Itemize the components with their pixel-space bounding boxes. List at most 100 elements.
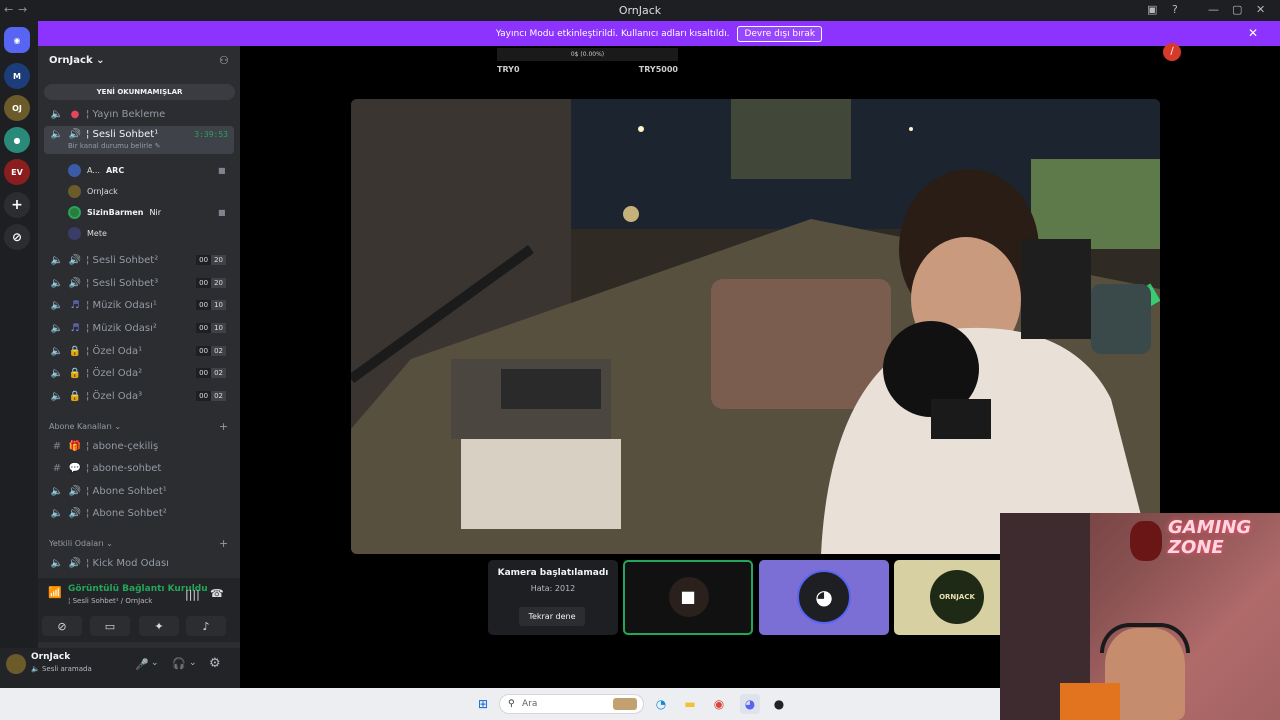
voice-user[interactable]: OrnJack [68, 182, 118, 200]
speaker-icon: 🔈 [50, 345, 64, 357]
speaker-icon: 🔈 [50, 390, 64, 402]
guild-name[interactable]: OrnJack ⌄ [49, 55, 104, 66]
add-channel-icon[interactable]: + [219, 420, 228, 433]
music-icon: ♬ [70, 322, 80, 334]
voice-channel-path[interactable]: ¦ Sesli Sohbet¹ / OrnJack [68, 597, 152, 605]
disable-streamer-mode-button[interactable]: Devre dışı bırak [737, 25, 823, 42]
avatar [68, 184, 81, 198]
category-abone-kanallari[interactable]: Abone Kanalları ⌄ + [49, 420, 228, 433]
voice-user[interactable]: Mete [68, 224, 107, 242]
windows-start-icon[interactable]: ⊞ [473, 694, 493, 714]
channel-status-prompt[interactable]: Bir kanal durumu belirle ✎ [68, 142, 161, 150]
mic-icon[interactable]: 🎤 [135, 658, 149, 671]
speaker-icon: 🔈 [50, 367, 64, 379]
new-unread-button[interactable]: YENİ OKUNMAMIŞLAR [44, 84, 235, 100]
server-icon-1[interactable]: M [4, 63, 30, 89]
voice-user[interactable]: A... ARC ■ [68, 161, 226, 179]
channel-ozel-oda-3[interactable]: 🔈 🔒 ¦ Özel Oda³ 00 02 [44, 386, 234, 406]
invite-icon[interactable]: ⚇ [219, 54, 229, 67]
channel-abone-sohbet-1[interactable]: 🔈 🔊 ¦ Abone Sohbet¹ [44, 481, 234, 501]
screen-share-button[interactable]: ▭ [90, 616, 130, 636]
gift-icon: 🎁 [68, 440, 82, 452]
camera-icon: ■ [218, 165, 226, 175]
avatar[interactable] [6, 654, 26, 674]
camera-off-button[interactable]: ⊘ [42, 616, 82, 636]
discord-taskbar-icon[interactable]: ◕ [740, 694, 760, 714]
channel-ozel-oda-1[interactable]: 🔈 🔒 ¦ Özel Oda¹ 00 02 [44, 341, 234, 361]
channel-abone-sohbet-2[interactable]: 🔈 🔊 ¦ Abone Sohbet² [44, 503, 234, 523]
explore-icon[interactable]: ⊘ [4, 224, 30, 250]
disconnect-icon[interactable]: ☎ [210, 587, 224, 600]
app-taskbar-icon[interactable]: ● [769, 694, 789, 714]
gaming-zone-sign: GAMING ZONE [1168, 517, 1252, 558]
speaker-icon: 🔈 [50, 299, 64, 311]
camera-icon: ■ [218, 207, 226, 217]
banner-message: Yayıncı Modu etkinleştirildi. Kullanıcı … [495, 28, 730, 39]
goal-max: TRY5000 [638, 65, 678, 74]
inbox-icon[interactable]: ▣ [1147, 3, 1157, 16]
windows-taskbar: ⊞ ⚲ Ara ◔ ▬ ◉ ◕ ● [0, 688, 1000, 720]
channel-kick-mod-odasi[interactable]: 🔈 🔊 ¦ Kick Mod Odası [44, 553, 234, 573]
video-camera-icon: ■ [680, 587, 696, 606]
search-highlight-icon [613, 698, 637, 710]
secondary-webcam-overlay: GAMING ZONE [1000, 513, 1280, 720]
channel-timer: 3:39:53 [194, 130, 228, 139]
participant-tile-discord[interactable]: ◕ [759, 560, 889, 635]
edge-icon[interactable]: ◔ [651, 694, 671, 714]
speaker-icon: 🔈 [50, 485, 64, 497]
lock-icon: 🔒 [68, 345, 82, 357]
channel-sesli-sohbet-1[interactable]: 🔈 🔊 ¦ Sesli Sohbet¹ 3:39:53 Bir kanal du… [44, 126, 234, 154]
chevron-down-icon[interactable]: ⌄ [189, 658, 197, 668]
category-yetkili-odalari[interactable]: Yetkili Odaları ⌄ + [49, 537, 228, 550]
video-scene [351, 99, 1160, 554]
channel-ozel-oda-2[interactable]: 🔈 🔒 ¦ Özel Oda² 00 02 [44, 363, 234, 383]
channel-yayin-bekleme[interactable]: 🔈 ● ¦ Yayın Bekleme [44, 104, 234, 124]
speaker-icon: 🔈 [50, 277, 64, 289]
main-video-feed[interactable] [351, 99, 1160, 554]
discord-home-icon[interactable]: ◉ [4, 27, 30, 53]
chrome-icon[interactable]: ◉ [709, 694, 729, 714]
speaker-icon: 🔊 [68, 254, 82, 266]
file-explorer-icon[interactable]: ▬ [680, 694, 700, 714]
avatar [68, 163, 81, 177]
channel-abone-sohbet[interactable]: # 💬 ¦ abone-sohbet [44, 458, 234, 478]
headphones-icon[interactable]: 🎧 [172, 657, 186, 670]
help-icon[interactable]: ? [1172, 3, 1178, 16]
channel-muzik-odasi-1[interactable]: 🔈 ♬ ¦ Müzik Odası¹ 00 10 [44, 295, 234, 315]
server-icon-ornjack[interactable]: OJ [4, 95, 30, 121]
voice-user[interactable]: SizinBarmen Nir ■ [68, 203, 226, 221]
user-count: 00 10 [196, 300, 226, 310]
add-server-icon[interactable]: + [4, 192, 30, 218]
retry-button[interactable]: Tekrar dene [519, 607, 585, 626]
soundboard-button[interactable]: ♪ [186, 616, 226, 636]
donation-goal-overlay: 0$ (0.00%) TRY0 TRY5000 [497, 48, 678, 78]
noise-suppression-icon[interactable]: |||| [185, 588, 200, 601]
add-channel-icon[interactable]: + [219, 537, 228, 550]
search-icon: ⚲ [508, 699, 515, 709]
server-rail: ◉ M OJ ● EV + ⊘ [0, 21, 38, 688]
minimize-icon[interactable]: — [1208, 3, 1219, 16]
user-count: 00 02 [196, 346, 226, 356]
signal-icon[interactable]: 📶 [48, 586, 62, 599]
channel-muzik-odasi-2[interactable]: 🔈 ♬ ¦ Müzik Odası² 00 10 [44, 318, 234, 338]
close-window-icon[interactable]: ✕ [1256, 3, 1265, 16]
server-icon-4[interactable]: EV [4, 159, 30, 185]
settings-gear-icon[interactable]: ⚙ [209, 656, 221, 671]
discord-avatar-icon: ◕ [797, 570, 851, 624]
red-dot-icon: ● [70, 108, 80, 120]
channel-abone-cekilis[interactable]: # 🎁 ¦ abone-çekiliş [44, 436, 234, 456]
taskbar-search[interactable]: ⚲ Ara [499, 694, 644, 714]
channel-sesli-sohbet-3[interactable]: 🔈 🔊 ¦ Sesli Sohbet³ 00 20 [44, 273, 234, 293]
camera-tile[interactable]: ■ [623, 560, 753, 635]
speaker-icon: 🔈 [50, 129, 64, 140]
participant-tile-ornjack[interactable]: ORNJACK [894, 560, 1000, 635]
chevron-down-icon[interactable]: ⌄ [151, 658, 159, 668]
close-banner-icon[interactable]: ✕ [1248, 26, 1258, 40]
activities-button[interactable]: ✦ [139, 616, 179, 636]
chat-icon: 💬 [68, 462, 82, 474]
streamer-mode-banner: Yayıncı Modu etkinleştirildi. Kullanıcı … [38, 21, 1280, 46]
server-icon-3[interactable]: ● [4, 127, 30, 153]
channel-sesli-sohbet-2[interactable]: 🔈 🔊 ¦ Sesli Sohbet² 00 20 [44, 250, 234, 270]
user-name[interactable]: OrnJack [31, 652, 70, 662]
maximize-icon[interactable]: ▢ [1232, 3, 1242, 16]
